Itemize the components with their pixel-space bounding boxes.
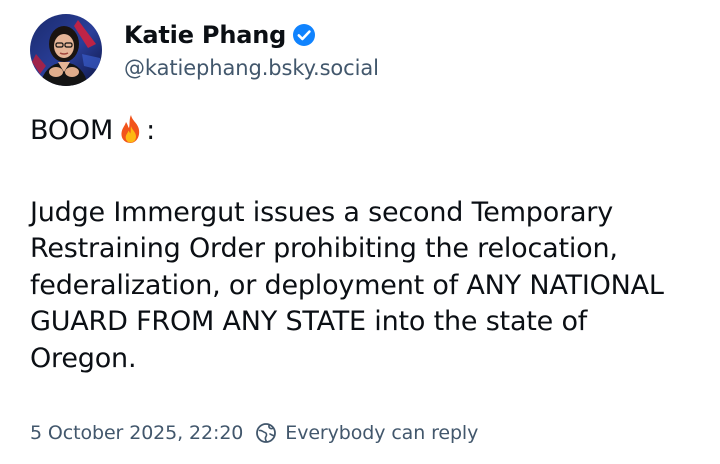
verified-check-icon[interactable] [292,23,316,47]
post-text: BOOM : Judge Immergut issues a second Te… [30,113,700,377]
post-meta-row: 5 October 2025, 22:20 Everybody can repl… [30,422,478,444]
post-card: Katie Phang @katiephang.bsky.social BOOM… [0,0,720,464]
profile-photo-icon [30,14,102,86]
author-avatar[interactable] [30,14,102,86]
globe-reply-icon [255,422,277,444]
post-opening-text: BOOM [30,115,114,146]
author-display-name[interactable]: Katie Phang [124,21,286,49]
post-paragraph: Judge Immergut issues a second Temporary… [30,196,664,374]
reply-setting-label[interactable]: Everybody can reply [285,422,478,444]
post-opening-line: BOOM : [30,113,700,150]
post-opening-suffix: : [146,115,155,146]
post-timestamp[interactable]: 5 October 2025, 22:20 [30,422,243,444]
fire-emoji-icon [117,114,145,144]
author-name-row: Katie Phang [124,18,316,52]
author-handle[interactable]: @katiephang.bsky.social [124,56,379,80]
